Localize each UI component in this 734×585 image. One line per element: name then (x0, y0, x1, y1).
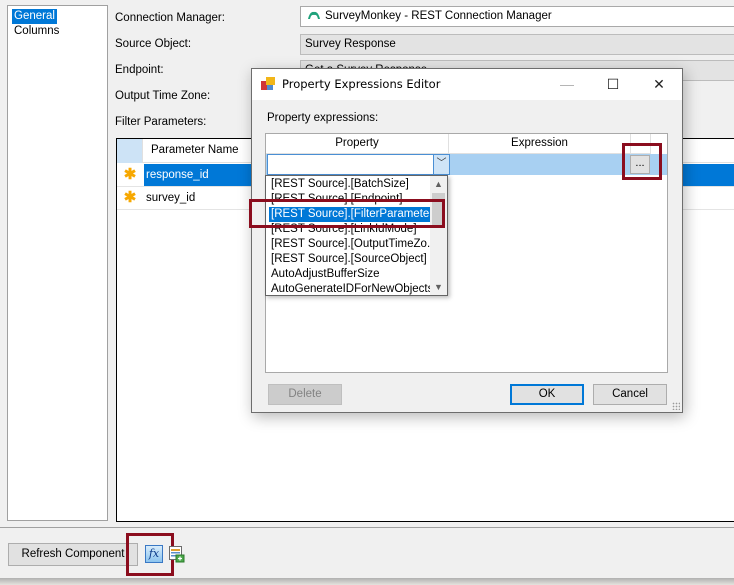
expression-column-header[interactable]: Expression (449, 134, 631, 154)
source-object-select[interactable]: Survey Response (300, 34, 734, 55)
nav-item-general[interactable]: General (12, 9, 57, 24)
source-object-label: Source Object: (115, 38, 192, 50)
scroll-up-icon[interactable]: ▲ (430, 176, 447, 192)
dialog-title-bar[interactable]: Property Expressions Editor — ☐ ✕ (252, 69, 682, 100)
ok-button[interactable]: OK (510, 384, 584, 405)
property-expressions-label: Property expressions: (267, 112, 379, 124)
filter-parameters-label: Filter Parameters: (115, 116, 207, 128)
chevron-down-icon[interactable]: ﹀ (433, 155, 449, 174)
connection-manager-value: SurveyMonkey - REST Connection Manager (325, 10, 552, 22)
property-editor-app-icon (261, 77, 275, 90)
dialog-title: Property Expressions Editor (282, 77, 441, 91)
nav-item-columns[interactable]: Columns (12, 24, 61, 39)
delete-button[interactable]: Delete (268, 384, 342, 405)
property-combo[interactable]: ﹀ (267, 154, 450, 175)
dropdown-item[interactable]: AutoGenerateIDForNewObjects (269, 282, 435, 295)
dropdown-scrollbar[interactable]: ▲ ▼ (430, 176, 447, 295)
bottom-divider (0, 527, 734, 528)
window-bottom-edge (0, 578, 734, 585)
property-dropdown-list: [REST Source].[BatchSize] [REST Source].… (265, 175, 448, 296)
scroll-down-icon[interactable]: ▼ (430, 279, 447, 295)
cancel-button[interactable]: Cancel (593, 384, 667, 405)
connection-manager-label: Connection Manager: (115, 12, 225, 24)
minimize-button[interactable]: — (544, 69, 590, 100)
highlight-box-filter-parameters (249, 199, 445, 228)
dropdown-item[interactable]: [REST Source].[BatchSize] (269, 177, 411, 192)
dropdown-item[interactable]: [REST Source].[OutputTimeZo... (269, 237, 439, 252)
dropdown-item[interactable]: AutoAdjustBufferSize (269, 267, 381, 282)
grid-corner-header[interactable] (117, 139, 143, 163)
expression-fx-button[interactable]: fx (145, 545, 163, 563)
source-object-value: Survey Response (305, 38, 396, 50)
refresh-component-button[interactable]: Refresh Component (8, 543, 138, 566)
highlight-box-ellipsis (622, 143, 662, 180)
connection-manager-select[interactable]: SurveyMonkey - REST Connection Manager (300, 6, 734, 27)
page-nav-list: General Columns (7, 5, 108, 521)
resize-grip[interactable] (672, 402, 680, 410)
output-time-zone-label: Output Time Zone: (115, 90, 211, 102)
table-settings-icon[interactable] (169, 546, 185, 563)
property-column-header[interactable]: Property (266, 134, 449, 154)
parameter-name-header-text: Parameter Name (151, 144, 239, 156)
maximize-button[interactable]: ☐ (590, 69, 636, 100)
surveymonkey-icon (308, 11, 320, 19)
endpoint-label: Endpoint: (115, 64, 164, 76)
required-star-icon: ✱ (117, 164, 143, 186)
dropdown-item[interactable]: [REST Source].[SourceObject] (269, 252, 429, 267)
required-star-icon: ✱ (123, 189, 137, 206)
close-button[interactable]: ✕ (636, 69, 682, 100)
